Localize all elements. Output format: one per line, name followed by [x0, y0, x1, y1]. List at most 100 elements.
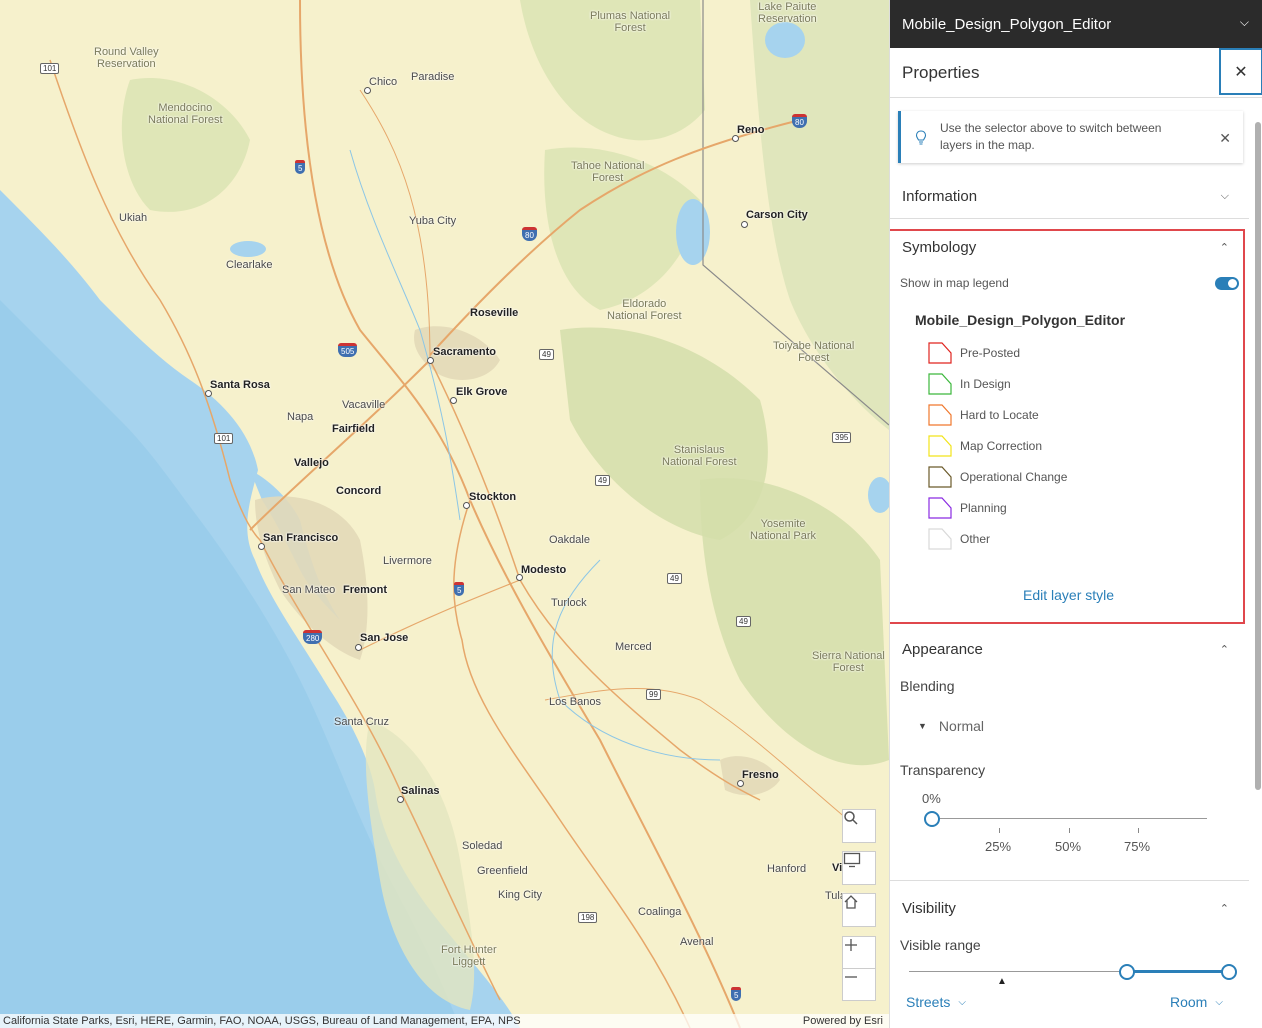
- map-label-paradise: Paradise: [411, 71, 454, 83]
- route-shield-198: 198: [578, 912, 597, 923]
- map-label-ukiah: Ukiah: [119, 212, 147, 224]
- interstate-shield-5: 5: [731, 987, 741, 1001]
- tick-mark: [999, 828, 1000, 833]
- panel-title: Properties: [902, 63, 979, 83]
- map-label-chico: Chico: [369, 76, 397, 88]
- map-label-tahoe: Tahoe National Forest: [571, 160, 644, 184]
- polygon-swatch-icon: [928, 373, 952, 395]
- symbology-section-header[interactable]: Symbology ⌃: [890, 225, 1249, 269]
- map-view[interactable]: Plumas National Forest Lake Paiute Reser…: [0, 0, 889, 1028]
- properties-header: Properties ✕: [890, 48, 1262, 98]
- powered-by-esri[interactable]: Powered by Esri: [803, 1014, 883, 1028]
- attribution-text[interactable]: California State Parks, Esri, HERE, Garm…: [3, 1014, 521, 1028]
- map-label-greenfield: Greenfield: [477, 865, 528, 877]
- interstate-shield-80: 80: [792, 114, 807, 128]
- basemap: [0, 0, 889, 1028]
- legend-item: Pre-Posted: [928, 341, 1020, 365]
- show-legend-toggle[interactable]: [1215, 277, 1239, 290]
- map-label-reno: Reno: [737, 124, 765, 136]
- search-button[interactable]: [842, 809, 876, 843]
- tick-50: 50%: [1055, 839, 1081, 854]
- interstate-shield-505: 505: [338, 343, 357, 357]
- map-label-turlock: Turlock: [551, 597, 587, 609]
- city-marker: [205, 390, 212, 397]
- map-label-modesto: Modesto: [521, 564, 566, 576]
- screen-button[interactable]: [842, 851, 876, 885]
- legend-item-label: In Design: [960, 377, 1011, 391]
- min-scale-select[interactable]: Streets ⌵: [906, 994, 966, 1010]
- panel-scrollbar[interactable]: [1255, 122, 1261, 790]
- map-label-carson-city: Carson City: [746, 209, 808, 221]
- notice-text: Use the selector above to switch between…: [940, 120, 1180, 154]
- max-scale-value: Room: [1170, 994, 1207, 1010]
- home-button[interactable]: [842, 893, 876, 927]
- map-label-yuba-city: Yuba City: [409, 215, 456, 227]
- city-marker: [741, 221, 748, 228]
- chevron-down-icon: ⌵: [1240, 15, 1249, 30]
- section-title: Visibility: [902, 900, 956, 917]
- chevron-up-icon: ⌃: [1220, 241, 1229, 254]
- legend-item: Hard to Locate: [928, 403, 1039, 427]
- dismiss-notice-button[interactable]: ✕: [1219, 130, 1231, 147]
- map-label-sacramento: Sacramento: [433, 346, 496, 358]
- transparency-track[interactable]: [931, 818, 1207, 819]
- city-marker: [427, 357, 434, 364]
- visible-range-track[interactable]: [909, 971, 1127, 972]
- city-marker: [463, 502, 470, 509]
- min-scale-thumb[interactable]: [1119, 964, 1135, 980]
- legend-item: Map Correction: [928, 434, 1042, 458]
- legend-item-label: Hard to Locate: [960, 408, 1039, 422]
- map-label-salinas: Salinas: [401, 785, 440, 797]
- information-section-header[interactable]: Information ⌵: [890, 174, 1249, 218]
- map-label-fremont: Fremont: [343, 584, 387, 596]
- zoom-in-button[interactable]: [842, 936, 876, 969]
- map-label-sierra: Sierra National Forest: [812, 650, 885, 674]
- route-shield-49: 49: [539, 349, 554, 360]
- layer-selector[interactable]: Mobile_Design_Polygon_Editor ⌵: [890, 0, 1262, 48]
- map-label-hanford: Hanford: [767, 863, 806, 875]
- city-marker: [450, 397, 457, 404]
- info-notice: Use the selector above to switch between…: [898, 111, 1243, 163]
- map-attribution: California State Parks, Esri, HERE, Garm…: [0, 1014, 889, 1028]
- route-shield-49: 49: [736, 616, 751, 627]
- legend-item-label: Planning: [960, 501, 1007, 515]
- max-scale-thumb[interactable]: [1221, 964, 1237, 980]
- map-label-plumas: Plumas National Forest: [590, 10, 670, 34]
- route-shield-49: 49: [595, 475, 610, 486]
- zoom-out-button[interactable]: [842, 968, 876, 1001]
- transparency-slider-thumb[interactable]: [924, 811, 940, 827]
- blending-value: Normal: [939, 718, 984, 734]
- section-title: Symbology: [902, 239, 976, 256]
- map-label-coalinga: Coalinga: [638, 906, 681, 918]
- show-legend-label: Show in map legend: [900, 276, 1009, 290]
- edit-layer-style-link[interactable]: Edit layer style: [1023, 587, 1114, 603]
- appearance-section-header[interactable]: Appearance ⌃: [890, 627, 1249, 671]
- tick-75: 75%: [1124, 839, 1150, 854]
- interstate-shield-280: 280: [303, 630, 322, 644]
- map-label-los-banos: Los Banos: [549, 696, 601, 708]
- map-label-toiyabe: Toiyabe National Forest: [773, 340, 854, 364]
- transparency-value: 0%: [922, 791, 941, 806]
- city-marker: [258, 543, 265, 550]
- home-icon: [843, 894, 859, 910]
- divider: [890, 218, 1249, 219]
- visibility-section-header[interactable]: Visibility ⌃: [890, 886, 1249, 930]
- tick-mark: [1069, 828, 1070, 833]
- chevron-up-icon: ⌃: [1220, 643, 1229, 656]
- map-label-fort-hunter: Fort Hunter Liggett: [441, 944, 497, 968]
- max-scale-select[interactable]: Room ⌵: [1170, 994, 1223, 1010]
- blending-select[interactable]: ▼ Normal: [918, 718, 984, 734]
- route-shield-395: 395: [832, 432, 851, 443]
- search-icon: [843, 810, 859, 826]
- transparency-label: Transparency: [900, 762, 985, 778]
- map-label-lake-paiute: Lake Paiute Reservation: [758, 1, 817, 25]
- city-marker: [355, 644, 362, 651]
- polygon-swatch-icon: [928, 497, 952, 519]
- caret-down-icon: ▼: [918, 721, 927, 731]
- map-label-stanislaus: Stanislaus National Forest: [662, 444, 737, 468]
- close-panel-button[interactable]: ✕: [1219, 48, 1262, 95]
- polygon-swatch-icon: [928, 435, 952, 457]
- map-label-fairfield: Fairfield: [332, 423, 375, 435]
- interstate-shield-5: 5: [454, 582, 464, 596]
- chevron-up-icon: ⌃: [1220, 902, 1229, 915]
